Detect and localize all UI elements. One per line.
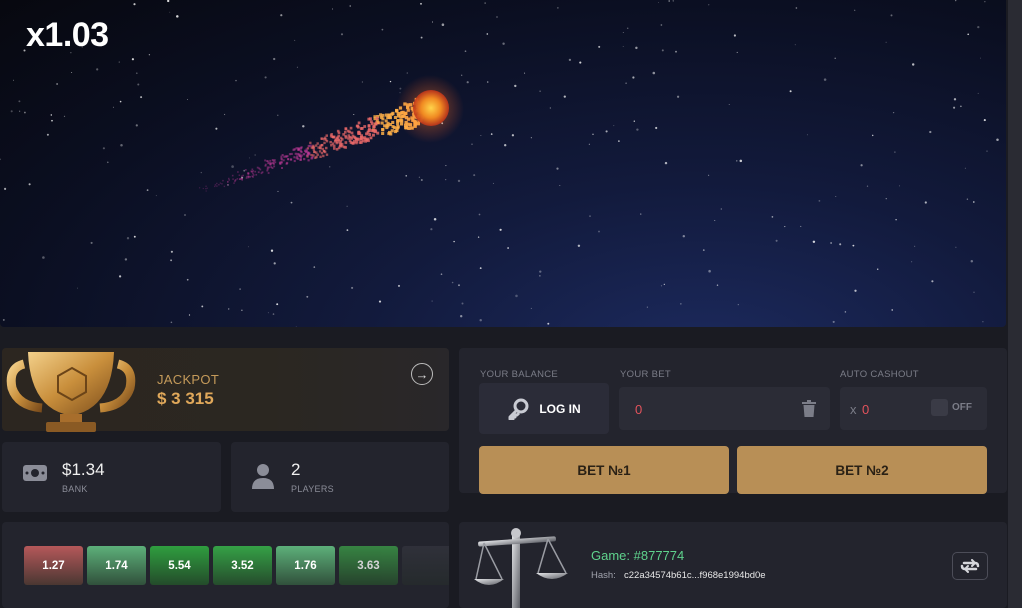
history-item: 1.76 bbox=[276, 546, 335, 585]
bank-value: $1.34 bbox=[62, 460, 105, 479]
scrollbar[interactable] bbox=[1008, 0, 1022, 608]
arrow-right-icon: → bbox=[415, 366, 429, 382]
multiplier-display: x1.03 bbox=[26, 16, 109, 54]
meteor-icon bbox=[199, 75, 464, 192]
bet-2-button[interactable]: BET №2 bbox=[737, 446, 987, 494]
trash-icon[interactable] bbox=[802, 400, 816, 417]
history-item: 3.63 bbox=[339, 546, 398, 585]
auto-cashout-input[interactable]: x 0 OFF bbox=[840, 387, 987, 430]
jackpot-details-button[interactable]: → bbox=[411, 363, 433, 385]
bank-label: BANK bbox=[62, 484, 88, 494]
key-icon bbox=[508, 398, 529, 420]
auto-cashout-toggle[interactable] bbox=[931, 399, 948, 416]
refresh-icon bbox=[960, 559, 980, 573]
bet-amount-value: 0 bbox=[635, 402, 643, 417]
game-id: Game: #877774 bbox=[591, 548, 685, 563]
cash-icon bbox=[23, 465, 47, 481]
players-value: 2 bbox=[291, 460, 301, 479]
bet-1-button[interactable]: BET №1 bbox=[479, 446, 729, 494]
auto-cashout-label: AUTO CASHOUT bbox=[840, 369, 919, 380]
players-label: PLAYERS bbox=[291, 484, 334, 494]
login-label: LOG IN bbox=[539, 401, 581, 416]
history-item: 5.54 bbox=[150, 546, 209, 585]
jackpot-card: JACKPOT $ 3 315 → bbox=[2, 348, 449, 432]
history-item: 3.52 bbox=[213, 546, 272, 585]
history-item: 1.74 bbox=[87, 546, 146, 585]
round-history: 1.27 1.74 5.54 3.52 1.76 3.63 bbox=[2, 522, 449, 608]
history-item bbox=[402, 546, 449, 585]
balance-label: YOUR BALANCE bbox=[480, 369, 559, 380]
jackpot-label: JACKPOT bbox=[157, 372, 220, 387]
login-button[interactable]: LOG IN bbox=[479, 383, 609, 434]
players-card: 2 PLAYERS bbox=[231, 442, 449, 512]
auto-cashout-value: 0 bbox=[862, 402, 870, 417]
auto-cashout-state: OFF bbox=[952, 402, 972, 413]
auto-cashout-prefix: x bbox=[850, 402, 857, 417]
game-canvas: x1.03 bbox=[0, 0, 1006, 327]
user-icon bbox=[252, 464, 274, 489]
bet-amount-input[interactable]: 0 bbox=[619, 387, 830, 430]
hash-label: Hash: bbox=[591, 570, 616, 581]
trophy-icon bbox=[6, 352, 136, 432]
hash-value: c22a34574b61c...f968e1994bd0e bbox=[624, 570, 766, 581]
bet-label: YOUR BET bbox=[620, 369, 671, 380]
jackpot-value: $ 3 315 bbox=[157, 389, 214, 408]
verify-button[interactable] bbox=[952, 552, 988, 580]
history-item: 1.27 bbox=[24, 546, 83, 585]
scales-icon bbox=[474, 528, 568, 608]
bank-card: $1.34 BANK bbox=[2, 442, 221, 512]
